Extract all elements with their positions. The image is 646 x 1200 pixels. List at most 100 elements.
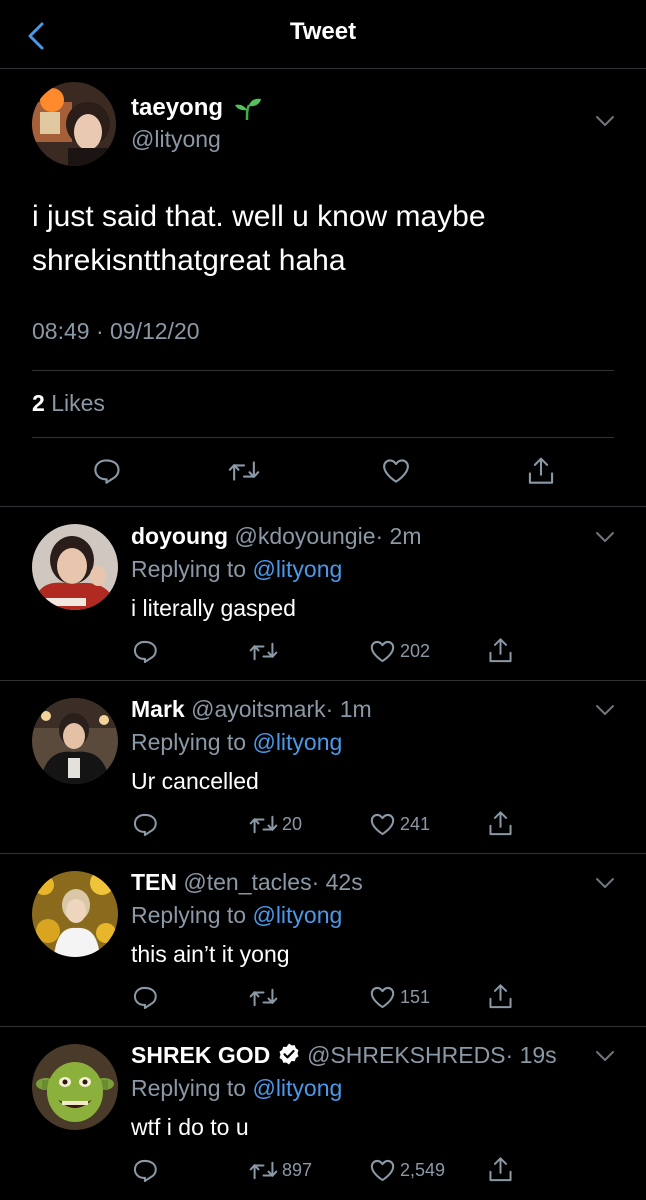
- chevron-down-icon: [596, 705, 614, 715]
- reply-author-handle: @kdoyoungie: [234, 523, 376, 549]
- avatar-image: [32, 82, 116, 166]
- reply-icon: [133, 813, 157, 837]
- replying-to-label: Replying to: [131, 556, 247, 582]
- replying-to: Replying to @lityong: [131, 902, 342, 929]
- reply-avatar[interactable]: [32, 1044, 118, 1130]
- retweet-icon: [249, 642, 278, 661]
- more-options-button[interactable]: [594, 1049, 616, 1063]
- like-count: 241: [400, 814, 431, 834]
- reply-avatar[interactable]: [32, 524, 118, 610]
- reply-icon: [94, 459, 120, 484]
- page-title: Tweet: [289, 18, 357, 45]
- chevron-down-icon: [596, 532, 614, 542]
- reply-text: Ur cancelled: [131, 768, 259, 794]
- share-icon: [489, 811, 512, 836]
- tweet-text: i just said that. well u know maybe shre…: [32, 200, 486, 277]
- reply-header[interactable]: SHREK GOD @SHREKSHREDS· 19s: [131, 1042, 557, 1069]
- heart-icon: [370, 640, 395, 663]
- replying-to-label: Replying to: [131, 729, 247, 755]
- divider: [0, 853, 646, 854]
- share-button[interactable]: [487, 982, 514, 1011]
- like-button[interactable]: 2,549: [369, 1157, 445, 1184]
- replying-to: Replying to @lityong: [131, 556, 342, 583]
- reply-header[interactable]: TEN @ten_tacles· 42s: [131, 869, 363, 896]
- likes-count: 2: [32, 390, 45, 416]
- reply-text: i literally gasped: [131, 595, 296, 621]
- retweet-button[interactable]: [249, 638, 282, 665]
- chevron-down-icon: [596, 116, 614, 126]
- retweet-button[interactable]: [249, 984, 282, 1011]
- reply-text: wtf i do to u: [131, 1114, 249, 1140]
- likes-count-link[interactable]: 2 Likes: [32, 390, 105, 417]
- share-icon: [489, 1157, 512, 1182]
- heart-icon: [370, 813, 395, 836]
- retweet-button[interactable]: 20: [249, 811, 302, 838]
- reply-header[interactable]: doyoung @kdoyoungie· 2m: [131, 523, 421, 550]
- likes-label: Likes: [51, 390, 105, 416]
- divider: [32, 370, 614, 371]
- like-button[interactable]: 151: [369, 984, 430, 1011]
- reply-icon: [133, 986, 157, 1010]
- more-options-button[interactable]: [594, 876, 616, 890]
- retweet-button[interactable]: 897: [249, 1157, 312, 1184]
- tweet-author-name[interactable]: taeyong: [131, 94, 262, 122]
- author-name: taeyong: [131, 94, 224, 121]
- more-options-button[interactable]: [594, 703, 616, 717]
- reply-author-handle: @SHREKSHREDS: [307, 1042, 506, 1068]
- replying-to-handle-link[interactable]: @lityong: [252, 556, 342, 582]
- verified-badge-icon: [277, 1042, 301, 1066]
- replying-to-handle-link[interactable]: @lityong: [252, 729, 342, 755]
- reply-author-handle: @ten_tacles: [183, 869, 312, 895]
- like-count: 151: [400, 987, 431, 1007]
- replying-to: Replying to @lityong: [131, 729, 342, 756]
- replying-to-handle-link[interactable]: @lityong: [252, 1075, 342, 1101]
- reply-time: · 2m: [375, 523, 422, 549]
- chevron-down-icon: [596, 1051, 614, 1061]
- reply-time: · 42s: [311, 869, 363, 895]
- replying-to: Replying to @lityong: [131, 1075, 342, 1102]
- header-divider: [0, 68, 646, 69]
- avatar[interactable]: [32, 82, 116, 166]
- reply-text: this ain’t it yong: [131, 941, 290, 967]
- seedling-icon: [234, 97, 262, 121]
- more-options-button[interactable]: [594, 114, 616, 128]
- heart-icon: [383, 459, 409, 483]
- reply-avatar[interactable]: [32, 871, 118, 957]
- heart-icon: [370, 986, 395, 1009]
- reply-author-name: SHREK GOD: [131, 1042, 271, 1068]
- tweet-author-handle[interactable]: @lityong: [131, 126, 221, 153]
- divider: [32, 437, 614, 438]
- retweet-count: 20: [282, 814, 303, 834]
- reply-avatar[interactable]: [32, 698, 118, 784]
- retweet-icon: [249, 1161, 278, 1180]
- share-button[interactable]: [487, 1155, 514, 1184]
- reply-button[interactable]: [131, 984, 158, 1011]
- share-button[interactable]: [526, 455, 556, 487]
- like-button[interactable]: 202: [369, 638, 430, 665]
- reply-icon: [133, 640, 157, 664]
- like-count: 2,549: [400, 1160, 446, 1180]
- replying-to-label: Replying to: [131, 1075, 247, 1101]
- like-button[interactable]: 241: [369, 811, 430, 838]
- retweet-count: 897: [282, 1160, 313, 1180]
- reply-button[interactable]: [131, 811, 158, 838]
- more-options-button[interactable]: [594, 530, 616, 544]
- reply-time: · 19s: [505, 1042, 557, 1068]
- chevron-down-icon: [596, 878, 614, 888]
- replying-to-handle-link[interactable]: @lityong: [252, 902, 342, 928]
- reply-author-handle: @ayoitsmark: [191, 696, 326, 722]
- reply-button[interactable]: [131, 638, 158, 665]
- share-button[interactable]: [487, 809, 514, 838]
- reply-button[interactable]: [91, 456, 121, 486]
- replying-to-label: Replying to: [131, 902, 247, 928]
- reply-header[interactable]: Mark @ayoitsmark· 1m: [131, 696, 372, 723]
- reply-author-name: doyoung: [131, 523, 229, 549]
- divider: [0, 506, 646, 507]
- share-button[interactable]: [487, 636, 514, 665]
- share-icon: [528, 457, 554, 484]
- like-button[interactable]: [381, 456, 411, 486]
- retweet-button[interactable]: [228, 456, 260, 486]
- heart-icon: [370, 1159, 395, 1182]
- reply-time: · 1m: [325, 696, 372, 722]
- reply-button[interactable]: [131, 1157, 158, 1184]
